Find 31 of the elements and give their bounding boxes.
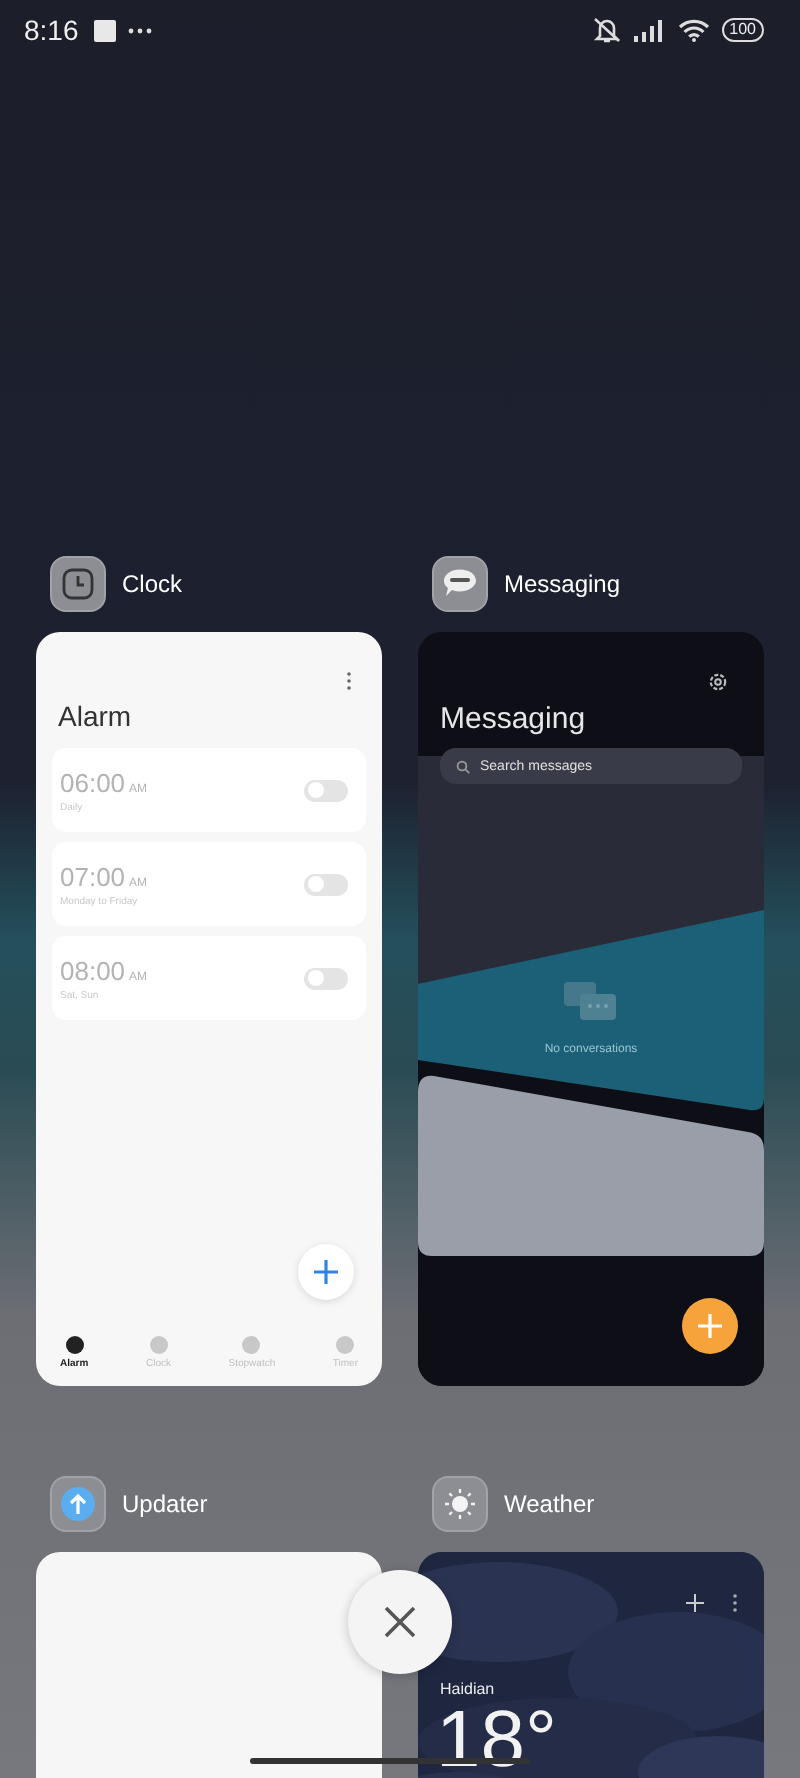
plus-icon[interactable]	[686, 1594, 704, 1612]
signal-icon	[633, 19, 666, 41]
alarm-time: 08:00	[60, 955, 126, 985]
app-name: Clock	[122, 570, 183, 598]
app-name: Messaging	[504, 570, 621, 598]
alarm-toggle[interactable]	[304, 779, 348, 801]
alarm-toggle[interactable]	[304, 873, 348, 895]
more-notifications-icon	[128, 27, 153, 33]
alarm-time: 06:00	[60, 767, 126, 797]
chat-bubbles-icon	[564, 982, 616, 1022]
screen-title: Messaging	[440, 700, 588, 740]
plus-icon	[314, 1260, 338, 1284]
close-icon	[384, 1606, 416, 1638]
battery-level: 100	[721, 18, 764, 42]
clock-time: 8:16	[24, 14, 79, 46]
more-icon[interactable]	[732, 1594, 738, 1612]
app-name: Weather	[504, 1490, 595, 1518]
notification-icon	[94, 19, 117, 41]
chat-bubble-icon	[440, 568, 480, 600]
wifi-icon	[677, 18, 710, 42]
search-icon	[456, 759, 470, 773]
more-icon	[346, 672, 352, 690]
alarm-time: 07:00	[60, 861, 126, 891]
location-name: Haidian	[440, 1680, 495, 1698]
settings-icon	[708, 672, 728, 692]
sun-icon	[442, 1486, 478, 1522]
plus-icon	[698, 1314, 722, 1338]
bell-off-icon	[591, 16, 622, 44]
alarm-toggle[interactable]	[304, 967, 348, 989]
app-name: Updater	[122, 1490, 208, 1518]
screen-title: Alarm	[56, 698, 134, 736]
